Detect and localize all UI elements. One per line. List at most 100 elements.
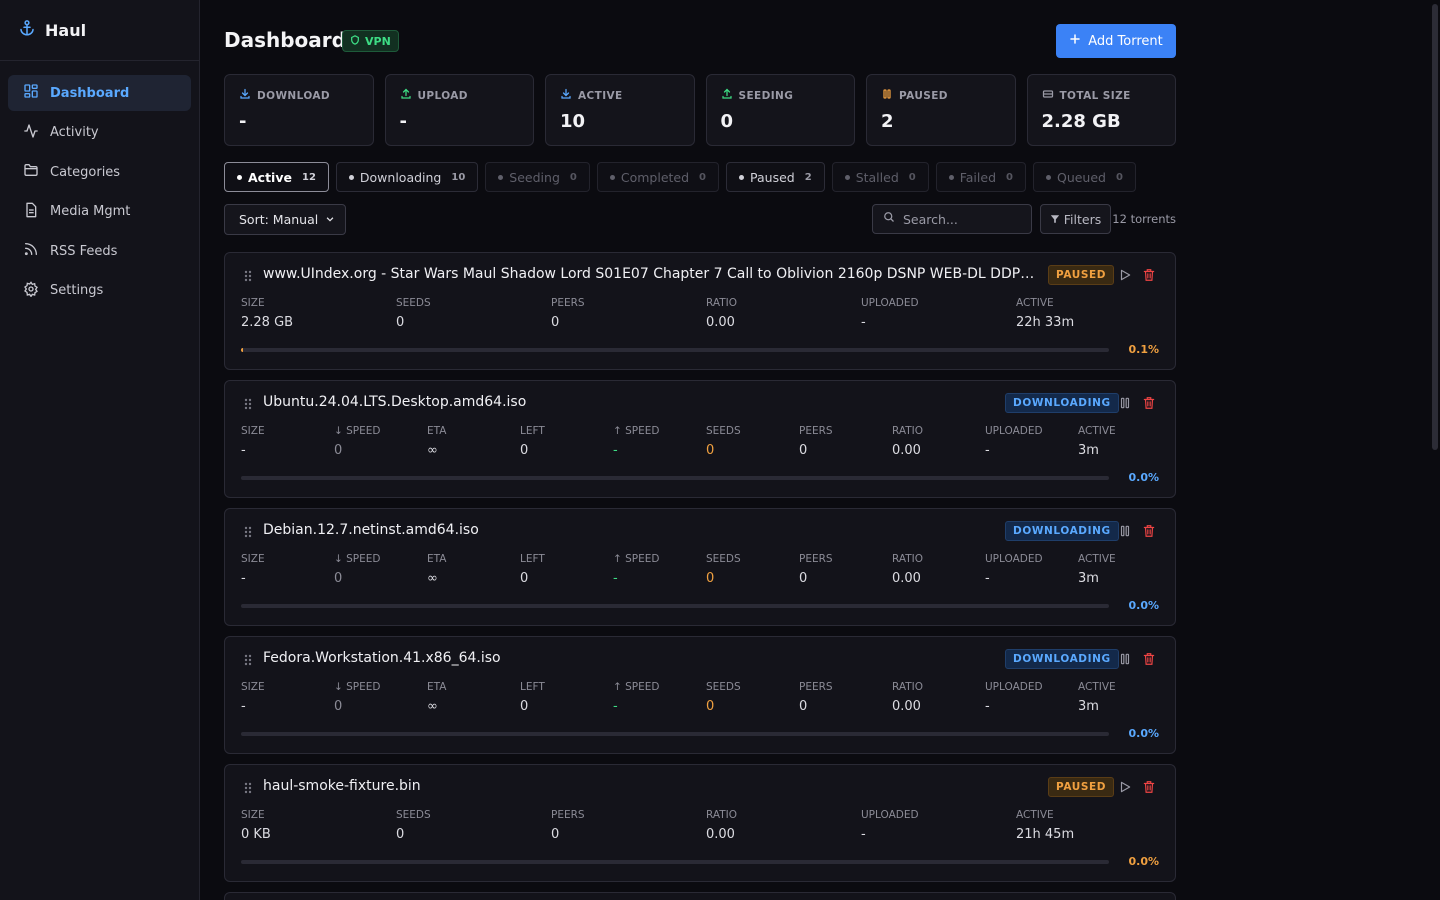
- col-value: 0: [706, 571, 715, 586]
- search-box[interactable]: [872, 204, 1032, 234]
- torrent-stats: SIZE - ↓ SPEED 0 ETA ∞ LEFT 0 ↑ SPEED - SEEDS…: [241, 681, 1158, 714]
- add-torrent-button[interactable]: Add Torrent: [1056, 24, 1176, 58]
- dot-icon: [739, 174, 745, 180]
- stat-col: UPLOADED -: [861, 297, 1016, 330]
- status-badge: PAUSED: [1048, 265, 1115, 285]
- plus-icon: [1069, 33, 1081, 49]
- filters-label: Filters: [1063, 211, 1102, 227]
- stat-col: ACTIVE 22h 33m: [1016, 297, 1156, 330]
- stat-label-row: ACTIVE: [560, 88, 694, 103]
- torrent-card[interactable]: haul-smoke-fixture.bin PAUSED SIZE 0 KB S…: [224, 764, 1176, 882]
- torrent-card[interactable]: Debian.12.7.netinst.amd64.iso DOWNLOADIN…: [224, 508, 1176, 626]
- col-value: -: [613, 443, 618, 458]
- sort-value: Sort: Manual: [239, 212, 319, 227]
- stat-col: SEEDS 0: [396, 297, 551, 330]
- stat-col: ↑ SPEED -: [613, 553, 706, 586]
- sidebar-item-activity[interactable]: Activity: [8, 115, 191, 151]
- torrent-card[interactable]: Fedora.Workstation.41.x86_64.iso DOWNLOA…: [224, 636, 1176, 754]
- col-label: ACTIVE: [1078, 681, 1116, 693]
- drag-handle-icon[interactable]: [244, 654, 252, 670]
- tab-label: Active: [248, 169, 292, 185]
- tab-label: Stalled: [855, 169, 899, 185]
- trash-icon[interactable]: [1142, 396, 1156, 414]
- col-value: -: [985, 699, 990, 714]
- stat-active: ACTIVE 10: [545, 74, 695, 146]
- sidebar-item-rss-feeds[interactable]: RSS Feeds: [8, 233, 191, 269]
- drag-handle-icon[interactable]: [244, 526, 252, 542]
- col-label: LEFT: [520, 425, 545, 437]
- stat-col: UPLOADED -: [985, 553, 1078, 586]
- drive-icon: [1042, 88, 1054, 103]
- col-value: 0: [551, 827, 560, 842]
- scrollbar[interactable]: [1430, 0, 1440, 900]
- stat-col: SEEDS 0: [706, 553, 799, 586]
- sidebar-item-categories[interactable]: Categories: [8, 154, 191, 190]
- col-value: ∞: [427, 571, 438, 586]
- col-value: ∞: [427, 699, 438, 714]
- col-label: ↓ SPEED: [334, 425, 381, 437]
- col-value: -: [613, 699, 618, 714]
- torrent-card[interactable]: www.UIndex.org - Star Wars Maul Shadow L…: [224, 252, 1176, 370]
- tab-failed[interactable]: Failed 0: [935, 162, 1026, 192]
- add-torrent-label: Add Torrent: [1088, 33, 1163, 49]
- stat-value: 2.28 GB: [1041, 111, 1121, 132]
- sidebar-item-media-mgmt[interactable]: Media Mgmt: [8, 194, 191, 230]
- pause-icon[interactable]: [1118, 524, 1132, 542]
- col-label: PEERS: [799, 553, 833, 565]
- trash-icon[interactable]: [1142, 652, 1156, 670]
- drag-handle-icon[interactable]: [244, 270, 252, 286]
- stat-col: ACTIVE 21h 45m: [1016, 809, 1156, 842]
- tab-count: 0: [908, 171, 916, 183]
- tab-queued[interactable]: Queued 0: [1032, 162, 1136, 192]
- play-icon[interactable]: [1118, 268, 1132, 286]
- torrent-name: Fedora.Workstation.41.x86_64.iso: [263, 650, 501, 666]
- tab-label: Paused: [750, 169, 795, 185]
- col-value: -: [985, 443, 990, 458]
- scrollbar-thumb[interactable]: [1432, 4, 1438, 450]
- col-label: SEEDS: [396, 809, 431, 821]
- filters-button[interactable]: Filters: [1040, 204, 1111, 234]
- sidebar-item-settings[interactable]: Settings: [8, 273, 191, 309]
- stat-col: RATIO 0.00: [706, 297, 861, 330]
- trash-icon[interactable]: [1142, 524, 1156, 542]
- search-input[interactable]: [903, 211, 1023, 227]
- tab-active[interactable]: Active 12: [224, 162, 329, 192]
- stat-col: ↑ SPEED -: [613, 425, 706, 458]
- stat-label: ACTIVE: [578, 89, 623, 102]
- pause-icon[interactable]: [1118, 652, 1132, 670]
- trash-icon[interactable]: [1142, 268, 1156, 286]
- sidebar-item-label: Settings: [50, 283, 104, 298]
- tab-stalled[interactable]: Stalled 0: [831, 162, 929, 192]
- sidebar-item-label: Categories: [50, 164, 121, 180]
- sidebar-item-dashboard[interactable]: Dashboard: [8, 75, 191, 111]
- col-label: SEEDS: [706, 553, 741, 565]
- tab-label: Completed: [620, 169, 690, 185]
- play-icon[interactable]: [1118, 780, 1132, 798]
- pause-icon[interactable]: [1118, 396, 1132, 414]
- vpn-badge: VPN: [342, 30, 399, 52]
- sort-select[interactable]: Sort: Manual: [224, 204, 346, 235]
- tab-downloading[interactable]: Downloading 10: [335, 162, 479, 192]
- progress-bar: [241, 732, 1109, 736]
- download-icon: [239, 88, 251, 103]
- stat-col: ACTIVE 3m: [1078, 553, 1158, 586]
- tab-seeding[interactable]: Seeding 0: [485, 162, 590, 192]
- col-label: SEEDS: [706, 681, 741, 693]
- col-value: -: [985, 571, 990, 586]
- col-value: 0: [799, 443, 808, 458]
- stat-col: SIZE 0 KB: [241, 809, 396, 842]
- tab-completed[interactable]: Completed 0: [596, 162, 720, 192]
- status-badge: PAUSED: [1048, 777, 1115, 797]
- trash-icon[interactable]: [1142, 780, 1156, 798]
- brand[interactable]: Haul: [0, 0, 199, 61]
- drag-handle-icon[interactable]: [244, 398, 252, 414]
- gear-icon: [23, 280, 39, 301]
- tab-paused[interactable]: Paused 2: [726, 162, 825, 192]
- drag-handle-icon[interactable]: [244, 782, 252, 798]
- torrent-card[interactable]: [224, 892, 1176, 900]
- col-label: ↑ SPEED: [613, 425, 660, 437]
- col-value: 0: [706, 443, 715, 458]
- sidebar-item-label: Media Mgmt: [50, 204, 131, 219]
- stat-label: DOWNLOAD: [257, 89, 331, 102]
- torrent-card[interactable]: Ubuntu.24.04.LTS.Desktop.amd64.iso DOWNL…: [224, 380, 1176, 498]
